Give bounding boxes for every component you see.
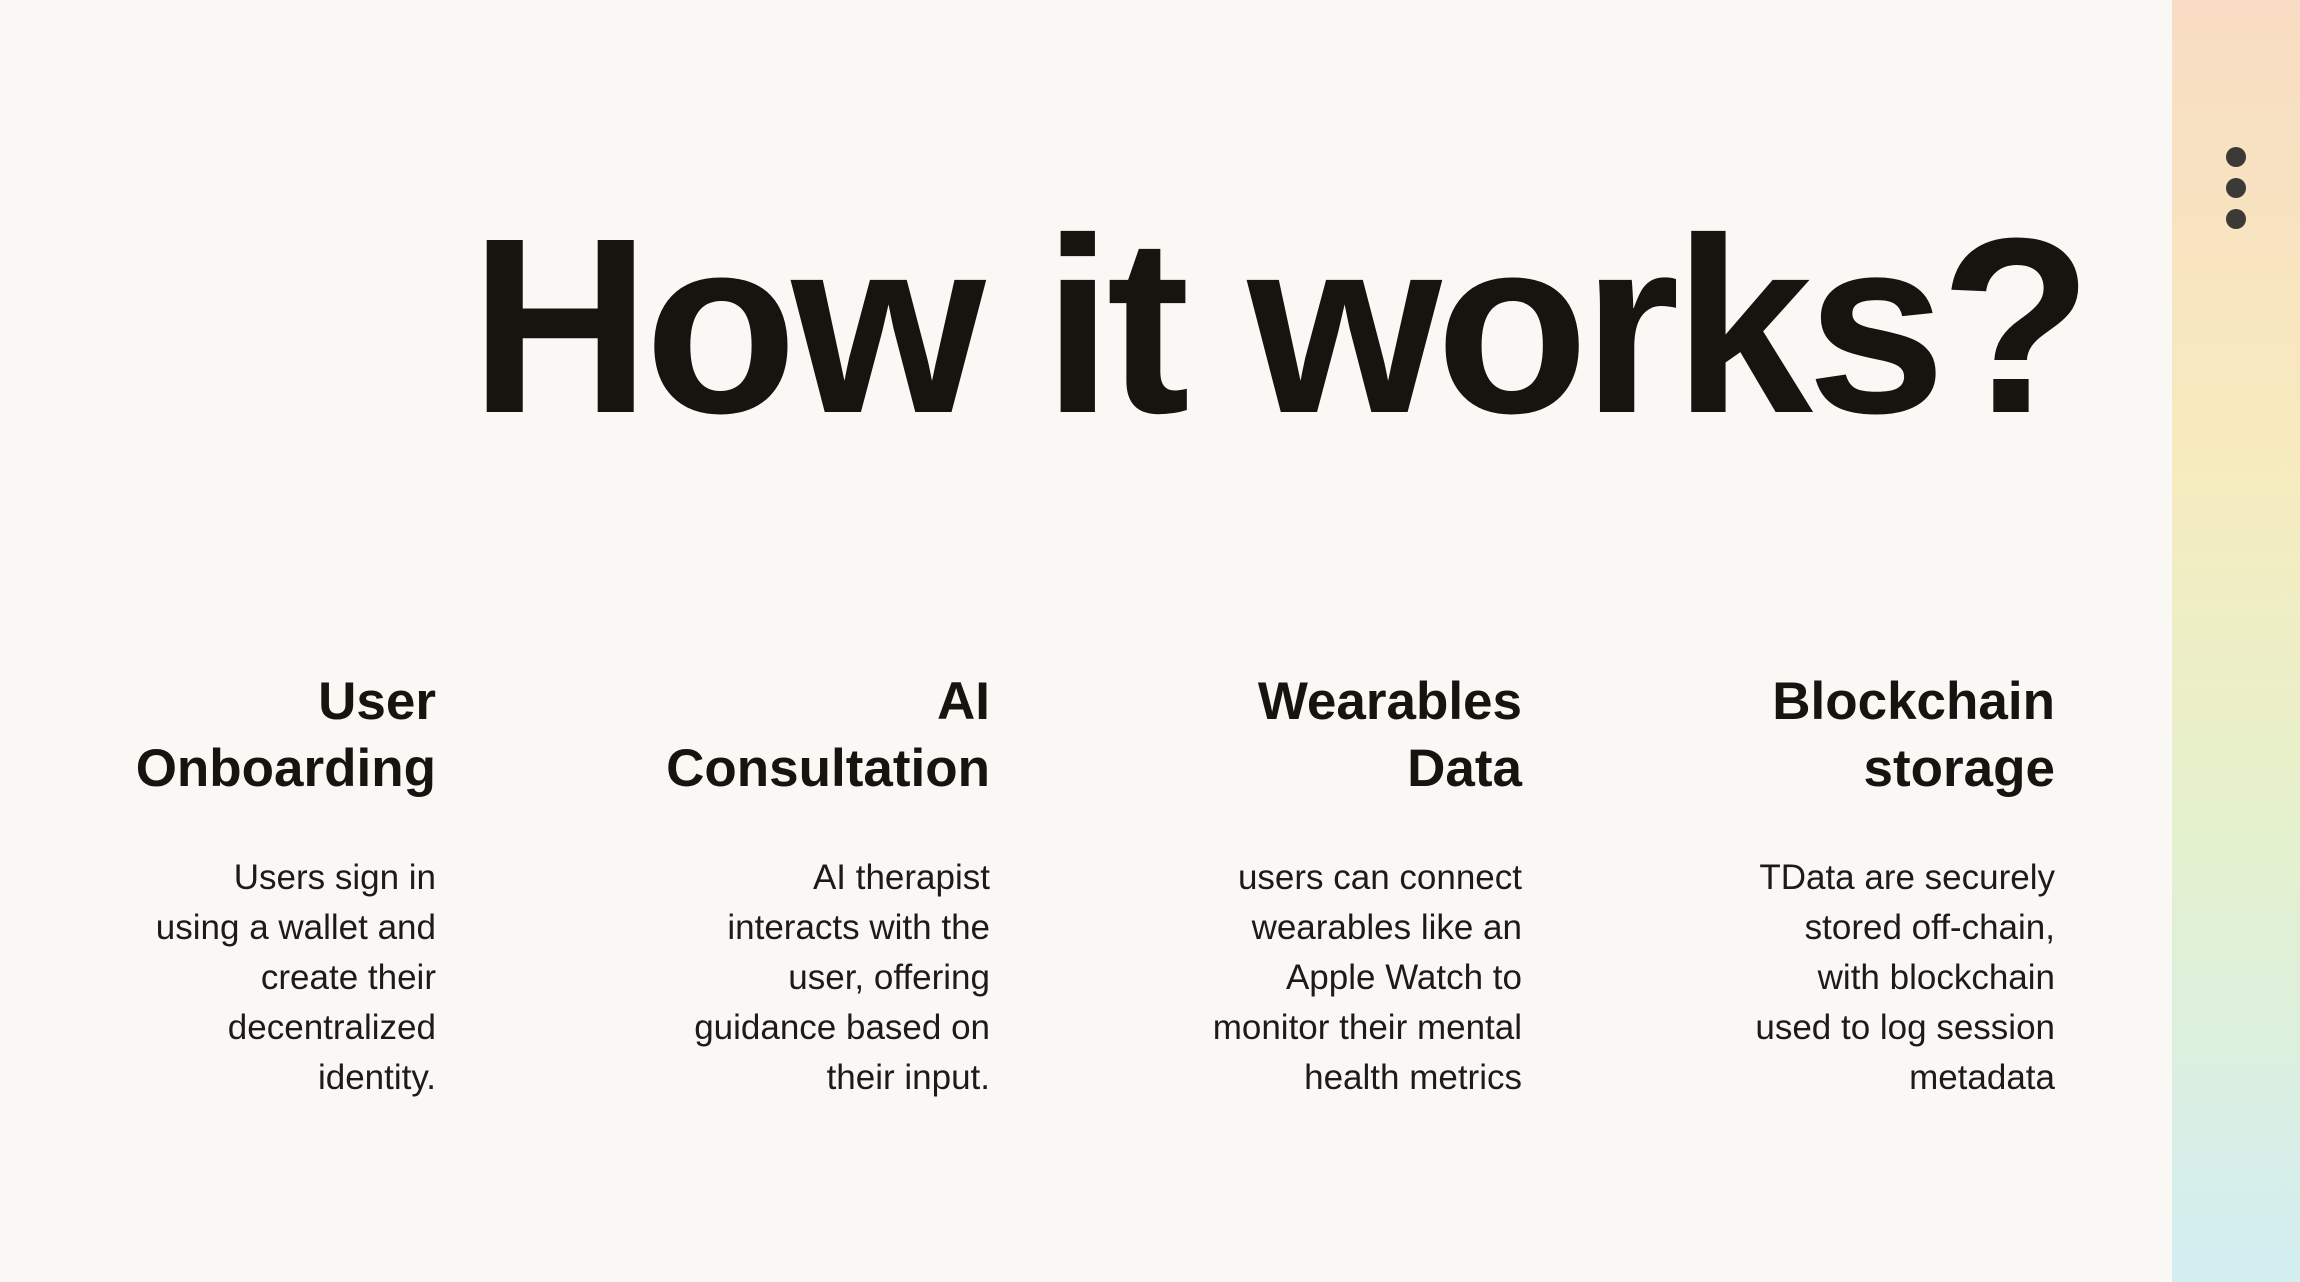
step-title: AI Consultation	[666, 672, 990, 798]
step-description: TData are securely stored off-chain, wit…	[1755, 858, 2055, 1097]
step-title: Blockchain storage	[1772, 672, 2055, 798]
menu-dot	[2226, 209, 2246, 229]
menu-dot	[2226, 178, 2246, 198]
step-ai-consultation: AI Consultation AI therapist interacts w…	[630, 668, 990, 1103]
step-blockchain-storage: Blockchain storage TData are securely st…	[1700, 668, 2055, 1103]
step-wearables-data: Wearables Data users can connect wearabl…	[1160, 668, 1522, 1103]
menu-dot	[2226, 147, 2246, 167]
step-description: AI therapist interacts with the user, of…	[694, 858, 990, 1097]
step-description: Users sign in using a wallet and create …	[155, 858, 436, 1097]
step-description: users can connect wearables like an Appl…	[1212, 858, 1522, 1097]
step-user-onboarding: User Onboarding Users sign in using a wa…	[100, 668, 436, 1103]
slide: How it works? User Onboarding Users sign…	[0, 0, 2300, 1282]
step-title: User Onboarding	[135, 672, 436, 798]
step-title: Wearables Data	[1257, 672, 1522, 798]
slide-title: How it works?	[470, 186, 2093, 465]
more-vertical-icon[interactable]	[2216, 140, 2256, 240]
